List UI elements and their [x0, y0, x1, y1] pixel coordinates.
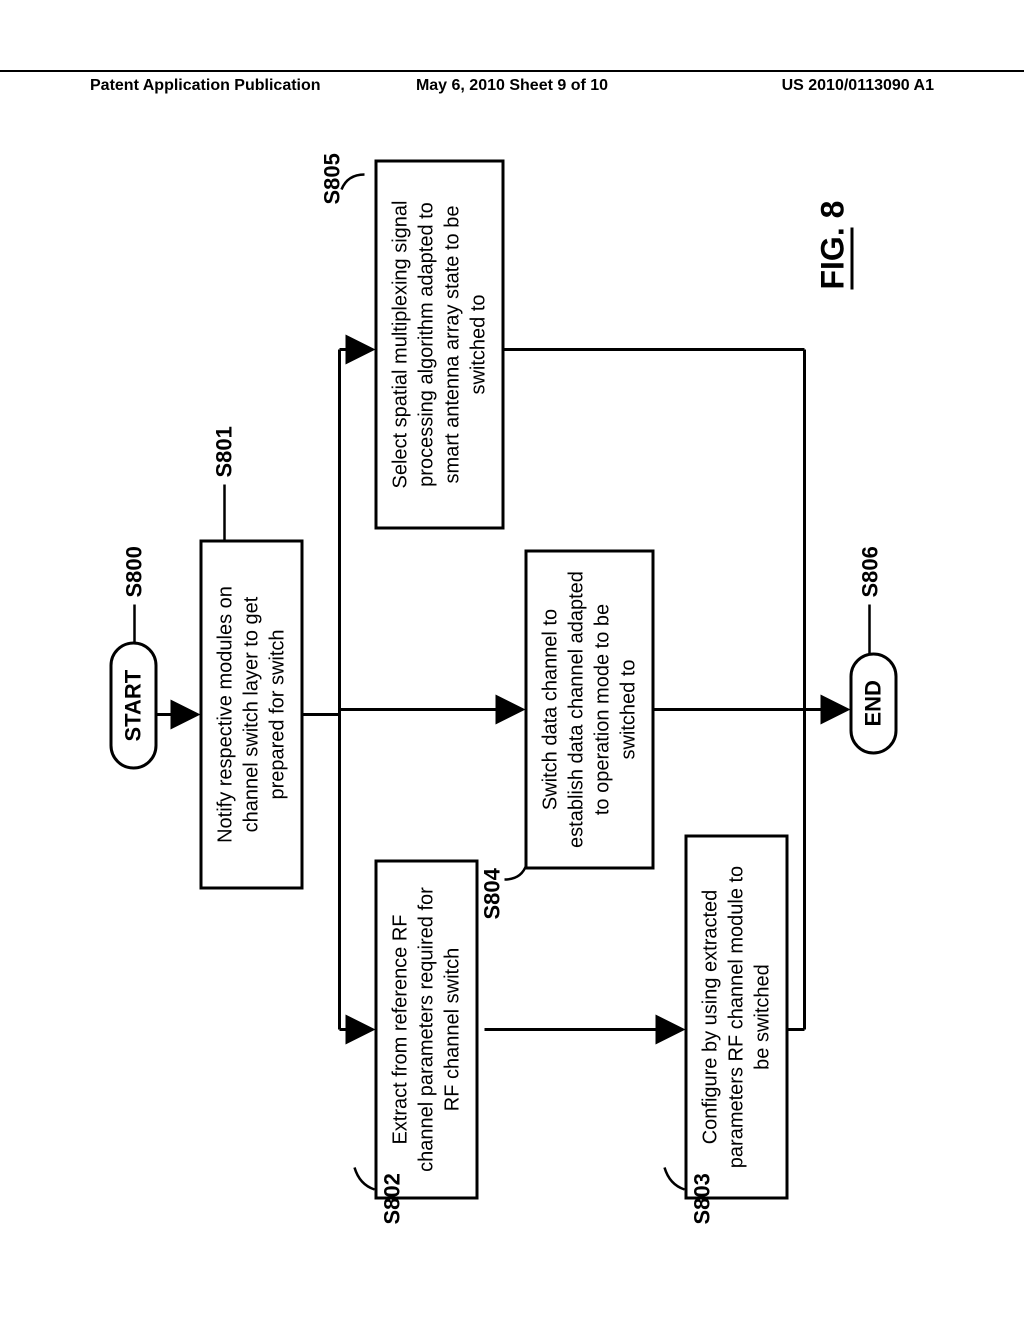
box-s805: Select spatial multiplexing signal proce…	[375, 160, 505, 530]
label-s806: S806	[858, 546, 884, 597]
box-s801: Notify respective modules on channel swi…	[200, 540, 304, 890]
box-s804: Switch data channel to establish data ch…	[525, 550, 655, 870]
box-s803: Configure by using extracted parameters …	[685, 835, 789, 1200]
label-s801: S801	[212, 426, 238, 477]
start-terminal: START	[110, 642, 158, 770]
label-s804: S804	[480, 868, 506, 919]
label-s802: S802	[380, 1173, 406, 1224]
box-s802: Extract from reference RF channel parame…	[375, 860, 479, 1200]
label-s805: S805	[320, 153, 346, 204]
label-s803: S803	[690, 1173, 716, 1224]
label-s800: S800	[122, 546, 148, 597]
header-date-sheet: May 6, 2010 Sheet 9 of 10	[416, 77, 608, 95]
end-terminal: END	[850, 652, 898, 754]
flowchart-diagram: START S800 Notify respective modules on …	[0, 258, 1024, 1098]
header-patent-number: US 2010/0113090 A1	[782, 77, 1024, 95]
header-publication: Patent Application Publication	[0, 77, 321, 95]
figure-label: FIG. 8	[815, 201, 852, 290]
